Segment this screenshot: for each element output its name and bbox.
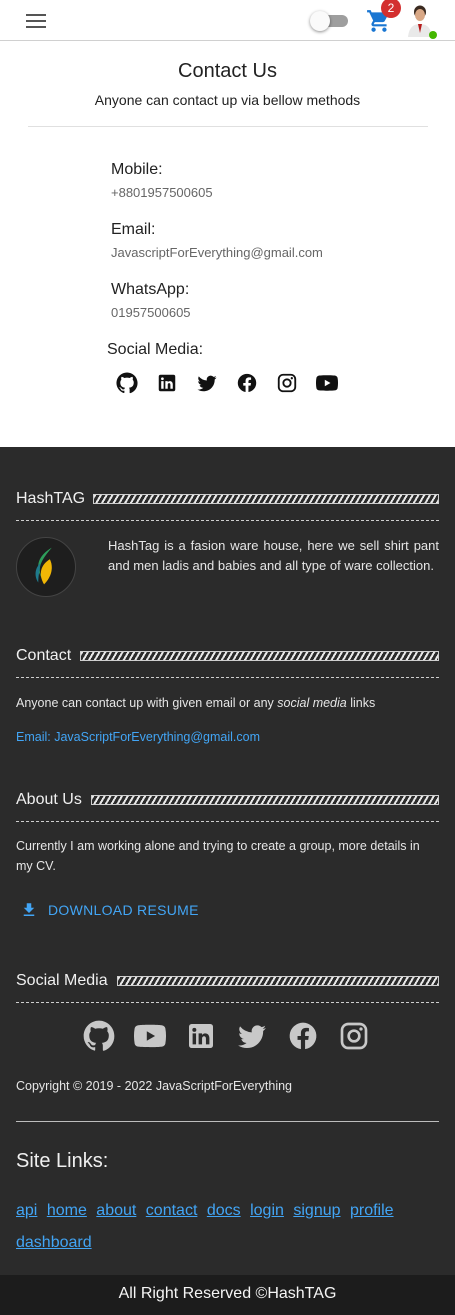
footer-contact-text: Anyone can contact up with given email o… xyxy=(16,693,375,713)
heading-stripe xyxy=(117,976,439,986)
linkedin-icon[interactable] xyxy=(185,1020,217,1052)
site-link-api[interactable]: api xyxy=(16,1202,37,1219)
theme-toggle[interactable] xyxy=(310,11,348,31)
heading-stripe xyxy=(93,494,439,504)
heading-stripe xyxy=(91,795,439,805)
footer-hashtag-heading: HashTAG xyxy=(16,490,86,507)
brand-logo xyxy=(16,537,76,597)
instagram-icon[interactable] xyxy=(338,1020,370,1052)
facebook-icon[interactable] xyxy=(287,1020,319,1052)
site-link-about[interactable]: about xyxy=(96,1202,136,1219)
download-resume-label: DOWNLOAD RESUME xyxy=(48,902,199,918)
page-subtitle: Anyone can contact up via bellow methods xyxy=(94,92,361,108)
contact-text-part: links xyxy=(346,696,376,710)
site-link-home[interactable]: home xyxy=(47,1202,87,1219)
site-link-login[interactable]: login xyxy=(250,1202,284,1219)
toggle-thumb xyxy=(310,11,330,31)
footer-contact-heading: Contact xyxy=(16,647,72,664)
mobile-label: Mobile: xyxy=(111,161,163,178)
contact-text-part: Anyone can contact up with given email o… xyxy=(16,696,278,710)
menu-icon[interactable] xyxy=(26,14,46,28)
whatsapp-value: 01957500605 xyxy=(111,305,191,320)
download-icon xyxy=(23,903,35,916)
twitter-icon[interactable] xyxy=(236,1020,268,1052)
about-hashtag-text: HashTag is a fasion ware house, here we … xyxy=(108,538,439,573)
dashed-divider xyxy=(16,821,439,822)
youtube-icon[interactable] xyxy=(134,1020,166,1052)
heading-stripe xyxy=(80,651,439,661)
cart-badge: 2 xyxy=(381,0,401,18)
email-value: JavascriptForEverything@gmail.com xyxy=(111,245,323,260)
social-media-emphasis: social media xyxy=(277,696,347,710)
twitter-icon[interactable] xyxy=(196,372,218,394)
footer-about-heading: About Us xyxy=(16,791,82,808)
online-status-dot xyxy=(429,31,437,39)
instagram-icon[interactable] xyxy=(276,372,298,394)
footer-email-link[interactable]: Email: JavaScriptForEverything@gmail.com xyxy=(16,730,260,744)
dashed-divider xyxy=(16,677,439,678)
footer-social-links xyxy=(83,1020,370,1052)
email-label: Email: xyxy=(111,221,156,238)
dashed-divider xyxy=(16,520,439,521)
facebook-icon[interactable] xyxy=(236,372,258,394)
whatsapp-label: WhatsApp: xyxy=(111,281,190,298)
footer-divider xyxy=(16,1121,439,1122)
site-link-dashboard[interactable]: dashboard xyxy=(16,1234,92,1251)
bottom-bar: All Right Reserved ©HashTAG xyxy=(0,1275,455,1315)
dashed-divider xyxy=(16,1002,439,1003)
site-link-profile[interactable]: profile xyxy=(350,1202,394,1219)
youtube-icon[interactable] xyxy=(316,372,338,394)
footer: HashTAG HashTag is a fasion ware house, … xyxy=(0,447,455,1275)
site-links-heading: Site Links: xyxy=(16,1150,109,1172)
download-resume-button[interactable]: DOWNLOAD RESUME xyxy=(20,901,199,919)
site-link-signup[interactable]: signup xyxy=(293,1202,340,1219)
app-bar: 2 xyxy=(0,0,455,41)
github-icon[interactable] xyxy=(83,1020,115,1052)
copyright-text: Copyright © 2019 - 2022 JavaScriptForEve… xyxy=(16,1079,293,1093)
about-us-text: Currently I am working alone and trying … xyxy=(16,839,420,873)
mobile-value: +8801957500605 xyxy=(111,185,213,200)
linkedin-icon[interactable] xyxy=(156,372,178,394)
site-link-contact[interactable]: contact xyxy=(146,1202,198,1219)
divider xyxy=(28,126,428,127)
github-icon[interactable] xyxy=(116,372,138,394)
contact-social-links xyxy=(116,372,338,394)
social-media-label: Social Media: xyxy=(107,341,204,358)
site-link-docs[interactable]: docs xyxy=(207,1202,241,1219)
site-links: api home about contact docs login signup… xyxy=(16,1195,436,1259)
page-title: Contact Us xyxy=(178,60,277,82)
footer-social-heading: Social Media xyxy=(16,972,108,989)
